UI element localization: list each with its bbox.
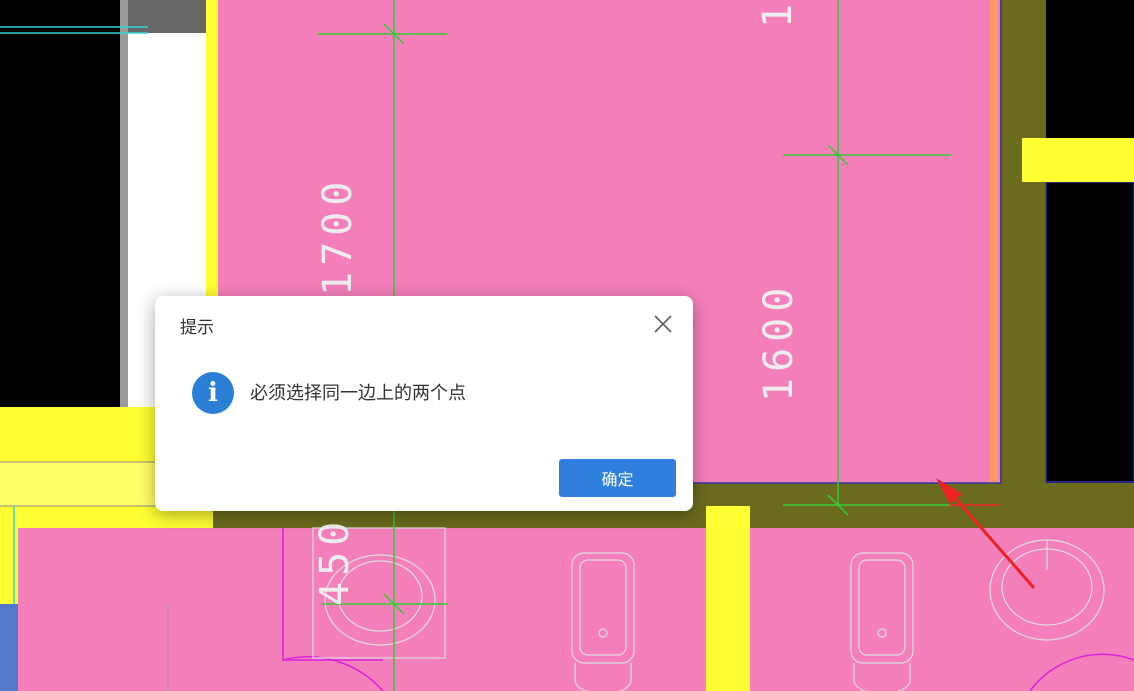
wall-block <box>128 0 206 33</box>
yellow-door <box>706 506 750 691</box>
wall-strip <box>120 0 128 410</box>
room-edge <box>990 0 998 483</box>
blue-strip <box>0 604 18 691</box>
ok-button[interactable]: 确定 <box>559 459 676 497</box>
void-area <box>1046 0 1134 138</box>
yellow-bar <box>1022 138 1134 182</box>
void-area <box>1045 181 1134 483</box>
room-bottom-right <box>750 528 1134 691</box>
info-icon: i <box>192 372 234 414</box>
wall-vertical <box>1000 0 1046 510</box>
dimension-label-1600: 1600 <box>756 281 802 402</box>
dimension-label-1700: 1700 <box>315 175 361 296</box>
dialog-message: 必须选择同一边上的两个点 <box>250 383 466 404</box>
yellow-wall-edge <box>206 0 218 300</box>
dimension-label-18: 18 <box>755 0 801 28</box>
alert-dialog: 提示 i 必须选择同一边上的两个点 确定 <box>155 296 693 511</box>
dialog-title: 提示 <box>180 318 214 338</box>
close-icon[interactable] <box>651 312 675 336</box>
dimension-label-450: 450 <box>312 515 358 606</box>
